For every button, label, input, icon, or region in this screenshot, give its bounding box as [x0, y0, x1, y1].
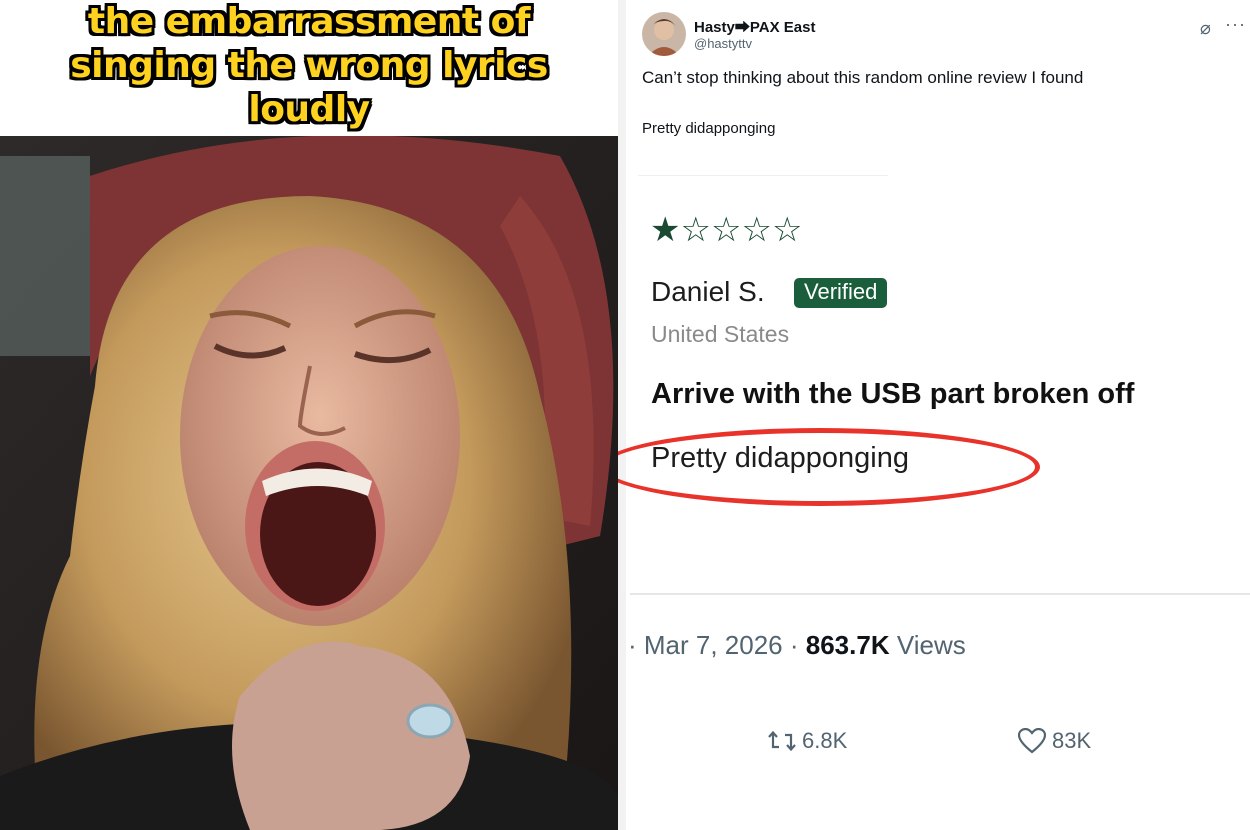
meta-separator: · — [789, 630, 806, 660]
reviewer-name: Daniel S. — [651, 276, 765, 307]
tweet-text: Can’t stop thinking about this random on… — [642, 68, 1084, 87]
verified-badge: Verified — [794, 278, 888, 308]
caption-line-2: singing the wrong lyrics — [70, 45, 548, 86]
tweet-panel: Hasty⮕PAX East @hastyttv ⌀ ··· Can’t sto… — [618, 0, 1250, 830]
like-button[interactable]: 83K — [1018, 728, 1091, 754]
meme-panel: the embarrassment of singing the wrong l… — [0, 0, 618, 830]
tweet-meta: · Mar 7, 2026 · 863.7K Views — [628, 630, 966, 661]
tweet-subtext: Pretty didapponging — [642, 120, 776, 137]
views-label: Views — [896, 630, 966, 660]
avatar[interactable] — [642, 12, 686, 56]
star-outline-icon: ☆ — [771, 211, 803, 249]
star-outline-icon: ☆ — [710, 211, 742, 249]
star-outline-icon: ☆ — [741, 211, 772, 249]
author-handle[interactable]: @hastyttv — [694, 36, 752, 51]
grok-icon[interactable]: ⌀ — [1200, 18, 1211, 39]
star-outline-icon: ☆ — [680, 211, 711, 249]
retweet-button[interactable]: 6.8K — [768, 728, 847, 754]
divider — [638, 175, 888, 176]
caption-line-3: loudly — [248, 89, 370, 130]
tweet-actions: 6.8K 83K — [768, 728, 1248, 764]
tweet-date[interactable]: Mar 7, 2026 — [644, 630, 783, 660]
meta-separator: · — [628, 630, 644, 660]
author-display-name[interactable]: Hasty⮕PAX East — [694, 16, 815, 37]
star-filled-icon: ★ — [650, 211, 681, 249]
star-rating: ★☆☆☆☆ — [650, 210, 802, 250]
woman-screaming-photo — [0, 136, 618, 830]
meme-caption: the embarrassment of singing the wrong l… — [0, 0, 618, 136]
retweet-icon — [768, 730, 796, 752]
red-circle-annotation — [618, 428, 1040, 506]
like-count: 83K — [1052, 728, 1092, 753]
views-count: 863.7K — [805, 630, 890, 660]
reviewer-country: United States — [651, 321, 790, 347]
review-screenshot: ★☆☆☆☆ Daniel S. Verified United States A… — [618, 210, 1240, 570]
caption-line-1: the embarrassment of — [87, 1, 531, 42]
retweet-count: 6.8K — [802, 728, 848, 753]
more-icon[interactable]: ··· — [1225, 14, 1246, 35]
review-title: Arrive with the USB part broken off — [651, 378, 1135, 410]
heart-icon — [1018, 728, 1046, 754]
tweet-header: Hasty⮕PAX East @hastyttv ⌀ ··· Can’t sto… — [642, 8, 1245, 158]
divider — [630, 593, 1250, 595]
